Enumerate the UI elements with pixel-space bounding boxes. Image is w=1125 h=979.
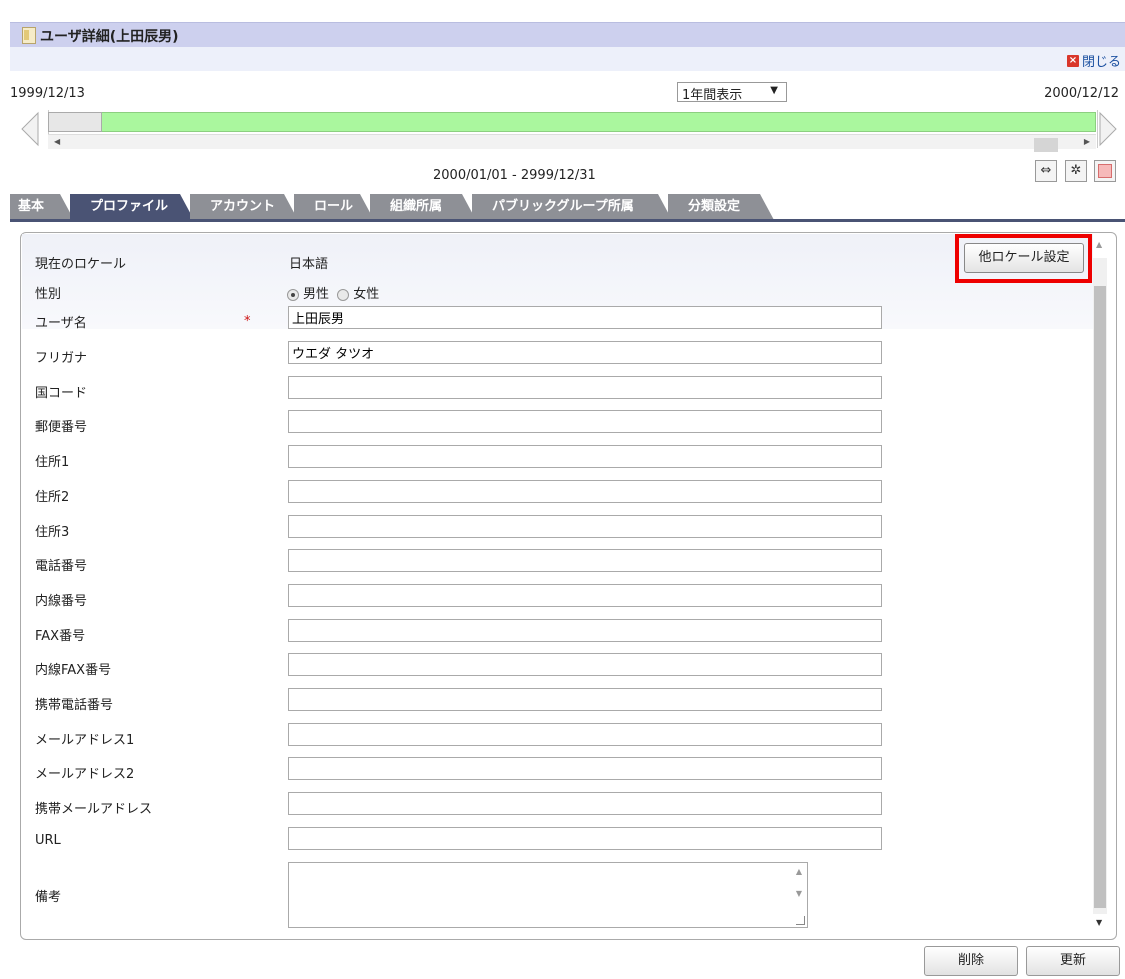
field-label-extension-fax: 内線FAX番号: [35, 663, 112, 678]
close-icon: ×: [1066, 54, 1079, 67]
address3-input[interactable]: [288, 515, 882, 538]
close-link[interactable]: × 閉じる: [1066, 51, 1121, 70]
field-label-email2: メールアドレス2: [35, 767, 135, 782]
field-label-address3: 住所3: [35, 525, 70, 540]
resize-grip-icon[interactable]: [796, 916, 805, 925]
locale-label: 現在のロケール: [35, 257, 127, 272]
field-label-fax: FAX番号: [35, 629, 86, 644]
tab-underline: [10, 219, 1125, 222]
field-label-furigana: フリガナ: [35, 351, 88, 366]
furigana-input[interactable]: [288, 341, 882, 364]
url-input[interactable]: [288, 827, 882, 850]
locale-value: 日本語: [289, 257, 329, 272]
close-label: 閉じる: [1081, 55, 1121, 70]
scroll-right-icon[interactable]: ▶: [1084, 137, 1090, 146]
field-label-remarks: 備考: [35, 890, 62, 905]
gender-male-radio[interactable]: [287, 288, 299, 301]
timeline-scroll-thumb[interactable]: [1034, 138, 1058, 152]
textarea-scroll-down-icon[interactable]: ▼: [796, 889, 802, 898]
mobile-phone-input[interactable]: [288, 688, 882, 711]
header-subbar: [10, 47, 1125, 71]
tab-classification[interactable]: 分類設定: [668, 194, 774, 220]
required-mark: *: [244, 314, 251, 329]
delete-button[interactable]: 削除: [924, 946, 1018, 976]
tab-account[interactable]: アカウント: [190, 194, 298, 220]
tab-profile[interactable]: プロファイル: [70, 194, 194, 220]
timeline-scrollbar[interactable]: ◀ ▶: [48, 134, 1096, 149]
extension-input[interactable]: [288, 584, 882, 607]
timeline-next-icon[interactable]: [1098, 111, 1118, 147]
merge-period-icon[interactable]: ✲: [1065, 160, 1087, 182]
panel-scrollbar[interactable]: ▲ ▼: [1093, 238, 1107, 936]
address1-input[interactable]: [288, 445, 882, 468]
remarks-textarea[interactable]: ▲ ▼: [288, 862, 808, 928]
field-label-country-code: 国コード: [35, 386, 88, 401]
field-label-mobile-phone: 携帯電話番号: [35, 698, 114, 713]
tab-public-group[interactable]: パブリックグループ所属: [472, 194, 672, 220]
timeline-range-handle[interactable]: [48, 112, 102, 132]
update-button[interactable]: 更新: [1026, 946, 1120, 976]
country-code-input[interactable]: [288, 376, 882, 399]
scrollbar-thumb[interactable]: [1094, 286, 1106, 908]
field-label-mobile-email: 携帯メールアドレス: [35, 802, 153, 817]
gender-female-radio[interactable]: [337, 288, 350, 301]
phone-input[interactable]: [288, 549, 882, 572]
email1-input[interactable]: [288, 723, 882, 746]
field-label-url: URL: [35, 833, 61, 848]
field-label-phone: 電話番号: [35, 559, 88, 574]
gender-radio-group: 男性 女性: [287, 283, 379, 302]
gender-male-label: 男性: [303, 287, 330, 302]
tab-bar: 基本 プロファイル アカウント ロール 組織所属 パブリックグループ所属 分類設…: [10, 194, 1125, 220]
timeline-start-date: 1999/12/13: [10, 86, 85, 101]
scroll-up-icon[interactable]: ▲: [1096, 240, 1102, 249]
fax-input[interactable]: [288, 619, 882, 642]
window-header: ユーザ詳細(上田辰男): [10, 22, 1125, 47]
gender-label: 性別: [35, 287, 62, 302]
gender-female-label: 女性: [353, 287, 380, 302]
field-label-extension: 内線番号: [35, 594, 88, 609]
tab-role[interactable]: ロール: [294, 194, 374, 220]
timeline-end-date: 2000/12/12: [1044, 86, 1119, 101]
period-range-text: 2000/01/01 - 2999/12/31: [433, 168, 596, 183]
field-label-postal-code: 郵便番号: [35, 420, 88, 435]
document-icon: [22, 27, 36, 44]
textarea-scroll-up-icon[interactable]: ▲: [796, 867, 802, 876]
scroll-down-icon[interactable]: ▼: [1096, 918, 1102, 927]
timeline-prev-icon[interactable]: [20, 111, 40, 147]
username-input[interactable]: [288, 306, 882, 329]
field-label-username: ユーザ名: [35, 316, 87, 331]
tab-organization[interactable]: 組織所属: [370, 194, 476, 220]
extension-fax-input[interactable]: [288, 653, 882, 676]
tab-basic[interactable]: 基本: [10, 194, 74, 220]
scroll-left-icon[interactable]: ◀: [54, 137, 60, 146]
timeline-period-bar[interactable]: [48, 112, 1096, 132]
address2-input[interactable]: [288, 480, 882, 503]
window-title: ユーザ詳細(上田辰男): [40, 29, 179, 45]
mobile-email-input[interactable]: [288, 792, 882, 815]
dropdown-arrow-icon: ▼: [770, 85, 778, 96]
view-period-value: 1年間表示: [682, 88, 743, 103]
email2-input[interactable]: [288, 757, 882, 780]
field-label-address1: 住所1: [35, 455, 70, 470]
split-period-icon[interactable]: ⇔: [1035, 160, 1057, 182]
other-locale-button[interactable]: 他ロケール設定: [964, 243, 1084, 273]
field-label-email1: メールアドレス1: [35, 733, 135, 748]
postal-code-input[interactable]: [288, 410, 882, 433]
view-period-select[interactable]: 1年間表示 ▼: [677, 82, 787, 103]
field-label-address2: 住所2: [35, 490, 70, 505]
delete-period-icon[interactable]: [1094, 160, 1116, 182]
